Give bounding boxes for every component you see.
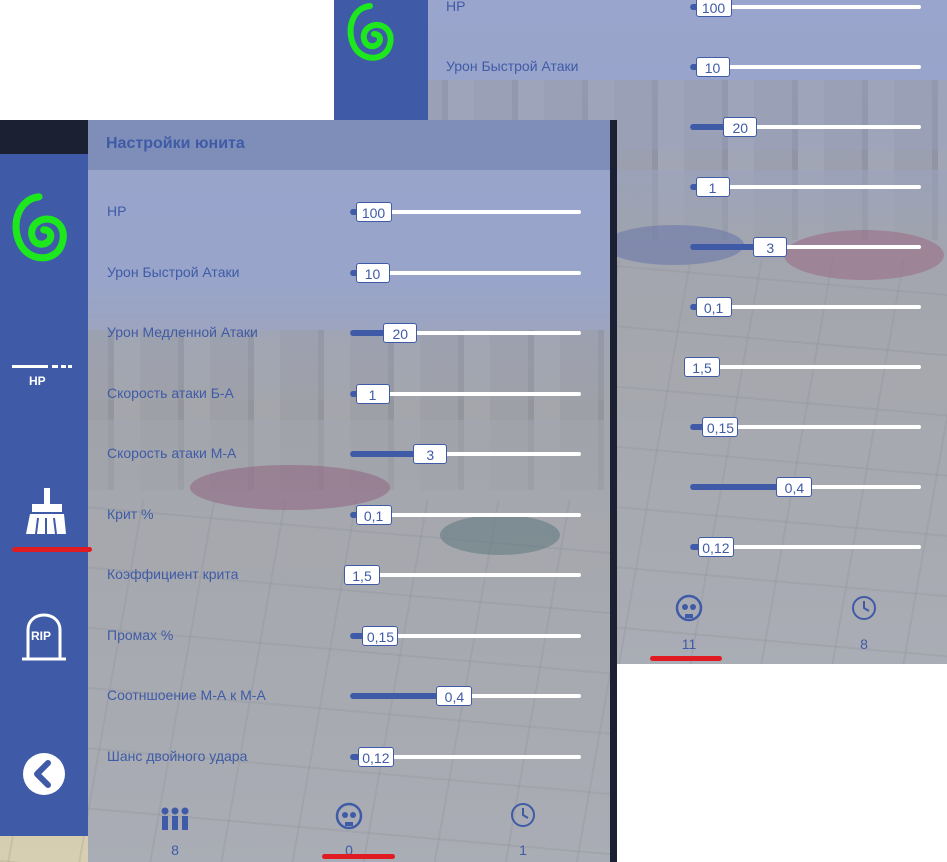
setting-label: Урон Медленной Атаки <box>107 324 258 340</box>
back-slider-fill <box>690 244 760 250</box>
active-sidebar-indicator <box>12 547 92 552</box>
setting-label: Шанс двойного удара <box>107 747 248 764</box>
front-screen: Настройки юнита HP RIP HP 100 Урон Быстр… <box>0 120 617 862</box>
back-slider-handle[interactable]: 0,1 <box>695 297 732 317</box>
back-setting-label: Урон Быстрой Атаки <box>446 58 579 74</box>
setting-label: Соотншоение М-А к М-А <box>107 687 266 703</box>
slider-handle[interactable]: 0,12 <box>357 746 394 767</box>
back-clock-icon[interactable] <box>850 594 878 622</box>
back-slider-handle[interactable]: 3 <box>753 237 788 257</box>
back-slider-handle[interactable]: 10 <box>695 57 730 77</box>
top-left-bar <box>0 120 88 154</box>
tombstone-icon[interactable]: RIP <box>22 612 66 662</box>
setting-label: Промах % <box>107 626 174 643</box>
slider-handle[interactable]: 3 <box>413 444 448 464</box>
back-spiral-logo-icon <box>347 3 394 61</box>
slider-handle[interactable]: 100 <box>355 202 392 222</box>
back-slider-handle[interactable]: 1 <box>695 177 730 197</box>
back-slider-handle[interactable]: 0,12 <box>697 537 734 557</box>
units-count: 8 <box>171 842 179 858</box>
slider-handle[interactable]: 1 <box>355 383 390 404</box>
back-arrow-icon[interactable] <box>22 752 66 796</box>
spiral-logo-icon <box>12 193 67 262</box>
back-kills-count: 11 <box>681 636 697 652</box>
back-setting-label: HP <box>446 0 466 14</box>
slider-handle[interactable]: 0,1 <box>355 504 392 525</box>
back-slider-track[interactable] <box>690 365 921 369</box>
people-icon[interactable] <box>158 806 192 832</box>
back-slider-handle[interactable]: 20 <box>723 117 758 137</box>
slider-handle[interactable]: 0,4 <box>436 686 473 706</box>
setting-label: Скорость атаки Б-А <box>107 384 234 401</box>
right-edge <box>610 120 617 862</box>
back-time-count: 8 <box>860 636 868 652</box>
slider-handle[interactable]: 20 <box>383 323 418 343</box>
page-title: Настройки юнита <box>106 135 245 152</box>
back-active-tab-indicator <box>650 656 722 661</box>
back-slider-handle[interactable]: 0,15 <box>702 417 739 437</box>
hp-bar-icon[interactable]: HP <box>12 362 72 394</box>
slider-fill <box>350 693 443 699</box>
title-bar: Настройки юнита <box>88 120 610 170</box>
active-tab-indicator <box>322 854 395 859</box>
setting-label: Крит % <box>107 505 154 522</box>
skull-icon[interactable] <box>334 802 364 832</box>
hp-icon-label: HP <box>29 374 46 388</box>
back-skull-icon[interactable] <box>674 594 704 624</box>
rip-label: RIP <box>31 629 52 643</box>
broom-icon[interactable] <box>24 488 68 536</box>
slider-fill <box>350 451 420 457</box>
setting-label: Скорость атаки М-А <box>107 445 237 461</box>
time-count: 1 <box>519 842 527 858</box>
clock-icon[interactable] <box>509 801 537 829</box>
setting-label: Урон Быстрой Атаки <box>107 263 240 280</box>
slider-track[interactable] <box>350 573 581 577</box>
slider-handle[interactable]: 0,15 <box>362 625 399 646</box>
back-slider-handle[interactable]: 1,5 <box>684 357 720 377</box>
back-slider-handle[interactable]: 100 <box>695 0 732 17</box>
back-slider-fill <box>690 484 783 490</box>
setting-label: Коэффициент крита <box>107 566 239 582</box>
setting-label: HP <box>107 203 127 219</box>
back-slider-handle[interactable]: 0,4 <box>776 477 813 497</box>
slider-handle[interactable]: 10 <box>355 262 390 283</box>
slider-handle[interactable]: 1,5 <box>344 565 380 585</box>
